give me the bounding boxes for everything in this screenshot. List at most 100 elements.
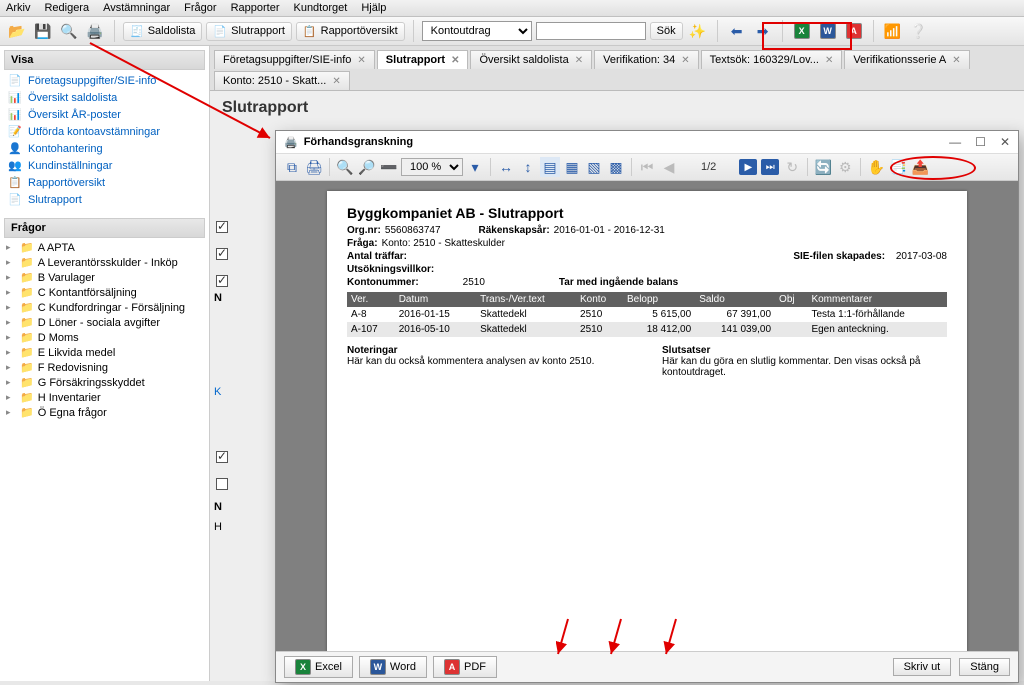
tab-close-icon[interactable]: ✕ <box>357 55 365 66</box>
tab-1[interactable]: Slutrapport✕ <box>377 50 469 69</box>
chevron-right-icon[interactable]: ▸ <box>6 362 16 373</box>
tab-3[interactable]: Verifikation: 34✕ <box>594 50 699 69</box>
pdf-export-icon[interactable]: A <box>843 20 865 42</box>
zoom-select[interactable]: 100 % <box>401 158 463 176</box>
sok-button[interactable]: Sök <box>650 22 683 40</box>
rapportoversikt-button[interactable]: 📋Rapportöversikt <box>296 22 405 41</box>
pv-page1-icon[interactable]: ▤ <box>540 157 560 177</box>
preview-body[interactable]: Byggkompaniet AB - Slutrapport Org.nr:55… <box>276 181 1018 651</box>
pv-zoomout-icon[interactable]: ➖ <box>379 157 399 177</box>
visa-item-1[interactable]: 📊Översikt saldolista <box>4 89 205 106</box>
fragor-item-6[interactable]: ▸📁D Moms <box>4 330 205 345</box>
fragor-item-1[interactable]: ▸📁A Leverantörsskulder - Inköp <box>4 255 205 270</box>
bg-k[interactable]: K <box>214 386 221 398</box>
chevron-right-icon[interactable]: ▸ <box>6 332 16 343</box>
menu-fragor[interactable]: Frågor <box>184 2 216 14</box>
nav-back-icon[interactable]: ⬅ <box>726 20 748 42</box>
pv-bookmark-icon[interactable]: 📑 <box>888 157 908 177</box>
print-icon[interactable]: 🖨️ <box>84 20 106 42</box>
tab-close-icon[interactable]: ✕ <box>451 55 459 66</box>
fragor-item-7[interactable]: ▸📁E Likvida medel <box>4 345 205 360</box>
tab-0[interactable]: Företagsuppgifter/SIE-info✕ <box>214 50 375 69</box>
close-icon[interactable]: ✕ <box>1000 135 1010 149</box>
preview-icon[interactable]: 🔍 <box>58 20 80 42</box>
fragor-item-5[interactable]: ▸📁D Löner - sociala avgifter <box>4 315 205 330</box>
print-button[interactable]: Skriv ut <box>893 658 952 676</box>
excel-export-icon[interactable]: X <box>791 20 813 42</box>
chevron-right-icon[interactable]: ▸ <box>6 392 16 403</box>
fragor-item-8[interactable]: ▸📁F Redovisning <box>4 360 205 375</box>
visa-item-3[interactable]: 📝Utförda kontoavstämningar <box>4 123 205 140</box>
tab-close-icon[interactable]: ✕ <box>681 55 689 66</box>
bg-checkbox-5[interactable] <box>216 478 228 490</box>
fragor-item-3[interactable]: ▸📁C Kontantförsäljning <box>4 285 205 300</box>
chevron-right-icon[interactable]: ▸ <box>6 347 16 358</box>
fragor-item-4[interactable]: ▸📁C Kundfordringar - Försäljning <box>4 300 205 315</box>
pv-reload-icon[interactable]: 🔄 <box>813 157 833 177</box>
pv-fitv-icon[interactable]: ↕ <box>518 157 538 177</box>
chevron-right-icon[interactable]: ▸ <box>6 242 16 253</box>
minimize-icon[interactable]: — <box>949 135 961 149</box>
pdf-button[interactable]: APDF <box>433 656 497 678</box>
menu-hjalp[interactable]: Hjälp <box>361 2 386 14</box>
fragor-item-9[interactable]: ▸📁G Försäkringsskyddet <box>4 375 205 390</box>
filter-combo[interactable]: Kontoutdrag <box>422 21 532 41</box>
pv-refresh-icon[interactable]: ↻ <box>782 157 802 177</box>
fragor-item-10[interactable]: ▸📁H Inventarier <box>4 390 205 405</box>
visa-item-4[interactable]: 👤Kontohantering <box>4 140 205 157</box>
pv-page4-icon[interactable]: ▩ <box>606 157 626 177</box>
tab-5[interactable]: Verifikationsserie A✕ <box>844 50 969 69</box>
menu-avstamningar[interactable]: Avstämningar <box>103 2 170 14</box>
pv-page2-icon[interactable]: ▦ <box>562 157 582 177</box>
saldolista-button[interactable]: 🧾Saldolista <box>123 22 202 41</box>
visa-item-6[interactable]: 📋Rapportöversikt <box>4 174 205 191</box>
pv-zoomdrop-icon[interactable]: ▾ <box>465 157 485 177</box>
bg-checkbox-4[interactable] <box>216 451 228 463</box>
bg-checkbox-2[interactable] <box>216 248 228 260</box>
fragor-item-0[interactable]: ▸📁A APTA <box>4 240 205 255</box>
excel-button[interactable]: XExcel <box>284 656 353 678</box>
pv-copy-icon[interactable]: ⧉ <box>282 157 302 177</box>
pv-gear-icon[interactable]: ⚙ <box>835 157 855 177</box>
visa-item-2[interactable]: 📊Översikt ÅR-poster <box>4 106 205 123</box>
bg-checkbox-3[interactable] <box>216 275 228 287</box>
visa-item-7[interactable]: 📄Slutrapport <box>4 191 205 208</box>
chevron-right-icon[interactable]: ▸ <box>6 302 16 313</box>
pv-find-icon[interactable]: 🔍 <box>335 157 355 177</box>
visa-item-0[interactable]: 📄Företagsuppgifter/SIE-info <box>4 72 205 89</box>
bg-checkbox-1[interactable] <box>216 221 228 233</box>
pv-find2-icon[interactable]: 🔎 <box>357 157 377 177</box>
tab-6[interactable]: Konto: 2510 - Skatt...✕ <box>214 71 350 90</box>
magic-icon[interactable]: ✨ <box>687 20 709 42</box>
pv-fith-icon[interactable]: ↔ <box>496 157 516 177</box>
maximize-icon[interactable]: ☐ <box>975 135 986 149</box>
rss-icon[interactable]: 📶 <box>882 20 904 42</box>
chevron-right-icon[interactable]: ▸ <box>6 257 16 268</box>
menu-rapporter[interactable]: Rapporter <box>231 2 280 14</box>
tab-2[interactable]: Översikt saldolista✕ <box>470 50 592 69</box>
word-export-icon[interactable]: W <box>817 20 839 42</box>
pv-last-icon[interactable]: ⏭ <box>761 159 779 175</box>
chevron-right-icon[interactable]: ▸ <box>6 272 16 283</box>
help-icon[interactable]: ❔ <box>908 20 930 42</box>
chevron-right-icon[interactable]: ▸ <box>6 377 16 388</box>
pv-prev-icon[interactable]: ◀ <box>659 157 679 177</box>
pv-first-icon[interactable]: ⏮ <box>637 157 657 177</box>
menu-kundtorget[interactable]: Kundtorget <box>293 2 347 14</box>
pv-print-icon[interactable]: 🖨 <box>304 157 324 177</box>
chevron-right-icon[interactable]: ▸ <box>6 317 16 328</box>
pv-page3-icon[interactable]: ▧ <box>584 157 604 177</box>
pv-export-icon[interactable]: 📤 <box>910 157 930 177</box>
chevron-right-icon[interactable]: ▸ <box>6 407 16 418</box>
tab-close-icon[interactable]: ✕ <box>952 55 960 66</box>
visa-item-5[interactable]: 👥Kundinställningar <box>4 157 205 174</box>
menu-redigera[interactable]: Redigera <box>44 2 89 14</box>
close-button[interactable]: Stäng <box>959 658 1010 676</box>
pv-next-icon[interactable]: ▶ <box>739 159 757 175</box>
word-button[interactable]: WWord <box>359 656 427 678</box>
menu-arkiv[interactable]: Arkiv <box>6 2 30 14</box>
tab-close-icon[interactable]: ✕ <box>332 76 340 87</box>
chevron-right-icon[interactable]: ▸ <box>6 287 16 298</box>
fragor-item-11[interactable]: ▸📁Ö Egna frågor <box>4 405 205 420</box>
pv-hand-icon[interactable]: ✋ <box>866 157 886 177</box>
